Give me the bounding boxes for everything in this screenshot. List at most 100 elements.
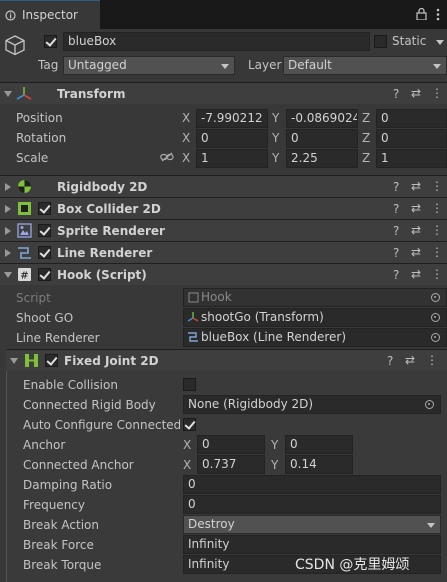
static-label: Static: [392, 34, 427, 48]
presets-icon[interactable]: ⇄: [411, 201, 421, 215]
frequency-label: Frequency: [23, 498, 85, 512]
scale-z-field[interactable]: 1: [376, 149, 447, 168]
axis-y-label: Y: [272, 131, 280, 145]
line-renderer-value: blueBox (Line Renderer): [201, 330, 347, 344]
object-picker-icon[interactable]: [431, 313, 440, 322]
static-dropdown-arrow-icon[interactable]: [436, 40, 444, 45]
line-renderer-field[interactable]: blueBox (Line Renderer): [183, 328, 447, 347]
inspector-tab-label: Inspector: [22, 8, 78, 22]
anchor-y-field[interactable]: 0: [285, 435, 353, 454]
info-icon: [5, 10, 16, 21]
position-x-field[interactable]: -7.990212: [196, 109, 268, 128]
shoot-go-field[interactable]: shootGo (Transform): [183, 308, 447, 327]
help-icon[interactable]: ?: [393, 268, 399, 282]
damping-ratio-field[interactable]: 0: [183, 475, 441, 494]
boxcollider2d-enabled-checkbox[interactable]: [38, 202, 51, 215]
rotation-y-field[interactable]: 0: [286, 129, 358, 148]
help-icon[interactable]: ?: [393, 224, 399, 238]
foldout-collapsed-icon[interactable]: [5, 249, 11, 257]
connected-rigid-body-field[interactable]: None (Rigidbody 2D): [183, 395, 441, 414]
axis-y-label: Y: [272, 151, 280, 165]
spriterenderer-enabled-checkbox[interactable]: [38, 224, 51, 237]
anchor-x-field[interactable]: 0: [197, 435, 265, 454]
axis-x-label: X: [183, 438, 192, 452]
layer-dropdown[interactable]: Default: [283, 56, 447, 75]
gameobject-name-field[interactable]: blueBox: [63, 32, 370, 51]
break-action-dropdown[interactable]: Destroy: [183, 515, 441, 534]
help-icon[interactable]: ?: [393, 180, 399, 194]
break-torque-label: Break Torque: [23, 558, 102, 572]
script-file-icon: [188, 292, 199, 303]
component-menu-icon[interactable]: ⋮: [431, 245, 443, 259]
hook-script-title: Hook (Script): [57, 268, 147, 282]
linerenderer-enabled-checkbox[interactable]: [38, 246, 51, 259]
position-y-field[interactable]: -0.0869024: [286, 109, 358, 128]
foldout-collapsed-icon[interactable]: [5, 227, 11, 235]
transform-axes-icon: [16, 87, 32, 100]
script-label: Script: [16, 291, 51, 305]
foldout-expanded-icon[interactable]: [4, 91, 12, 97]
tag-dropdown[interactable]: Untagged: [63, 56, 235, 75]
help-icon[interactable]: ?: [393, 202, 399, 216]
line-renderer-icon: [18, 247, 31, 259]
fixedjoint2d-enabled-checkbox[interactable]: [45, 354, 58, 367]
shoot-go-value: shootGo (Transform): [201, 310, 324, 324]
presets-icon[interactable]: ⇄: [411, 86, 421, 100]
frequency-field[interactable]: 0: [183, 495, 441, 514]
hook-enabled-checkbox[interactable]: [38, 268, 51, 281]
help-icon[interactable]: ?: [387, 354, 393, 368]
component-menu-icon[interactable]: ⋮: [431, 267, 443, 281]
help-icon[interactable]: ?: [393, 87, 399, 101]
scale-x-field[interactable]: 1: [196, 149, 268, 168]
enable-collision-checkbox[interactable]: [183, 378, 196, 391]
lock-icon[interactable]: [416, 8, 427, 20]
foldout-expanded-icon[interactable]: [10, 358, 18, 364]
linerenderer-header[interactable]: Line Renderer ? ⇄ ⋮: [0, 241, 447, 263]
rotation-z-field[interactable]: 0: [376, 129, 447, 148]
auto-configure-label: Auto Configure Connected A: [23, 418, 180, 432]
component-menu-icon[interactable]: ⋮: [431, 86, 443, 100]
connected-anchor-y-field[interactable]: 0.14: [285, 455, 353, 474]
gameobject-cube-icon: [5, 35, 25, 56]
axis-y-label: Y: [271, 438, 279, 452]
break-force-field[interactable]: Infinity: [183, 535, 441, 554]
presets-icon[interactable]: ⇄: [411, 245, 421, 259]
presets-icon[interactable]: ⇄: [411, 179, 421, 193]
fixed-joint-icon: [25, 354, 38, 367]
help-icon[interactable]: ?: [393, 246, 399, 260]
rigidbody2d-header[interactable]: Rigidbody 2D ? ⇄ ⋮: [0, 175, 447, 197]
anchor-label: Anchor: [23, 438, 66, 452]
constrain-proportions-link-icon[interactable]: [160, 152, 174, 162]
position-z-field[interactable]: 0: [376, 109, 447, 128]
rotation-x-field[interactable]: 0: [196, 129, 268, 148]
axis-x-label: X: [182, 111, 191, 125]
break-force-label: Break Force: [23, 538, 94, 552]
static-checkbox[interactable]: [374, 35, 387, 48]
component-menu-icon[interactable]: ⋮: [431, 201, 443, 215]
spriterenderer-header[interactable]: Sprite Renderer ? ⇄ ⋮: [0, 219, 447, 241]
script-field: Hook: [183, 288, 447, 307]
gameobject-active-checkbox[interactable]: [44, 35, 57, 48]
spriterenderer-title: Sprite Renderer: [57, 224, 165, 238]
presets-icon[interactable]: ⇄: [411, 267, 421, 281]
presets-icon[interactable]: ⇄: [411, 223, 421, 237]
tab-menu-icon[interactable]: [436, 8, 440, 21]
component-menu-icon[interactable]: ⋮: [431, 223, 443, 237]
foldout-collapsed-icon[interactable]: [5, 205, 11, 213]
foldout-collapsed-icon[interactable]: [5, 183, 11, 191]
presets-icon[interactable]: ⇄: [405, 353, 415, 367]
scale-y-field[interactable]: 2.25: [286, 149, 358, 168]
boxcollider2d-header[interactable]: Box Collider 2D ? ⇄ ⋮: [0, 197, 447, 219]
fixedjoint2d-header[interactable]: Fixed Joint 2D ? ⇄ ⋮: [6, 349, 447, 371]
foldout-expanded-icon[interactable]: [4, 272, 12, 278]
component-menu-icon[interactable]: ⋮: [426, 353, 438, 367]
object-picker-icon[interactable]: [425, 400, 434, 409]
connected-anchor-x-field[interactable]: 0.737: [197, 455, 265, 474]
object-picker-icon[interactable]: [431, 333, 440, 342]
hook-script-header[interactable]: # Hook (Script) ? ⇄ ⋮: [0, 263, 447, 285]
transform-header[interactable]: Transform ? ⇄ ⋮: [0, 82, 447, 104]
component-menu-icon[interactable]: ⋮: [431, 179, 443, 193]
inspector-tab[interactable]: Inspector: [0, 0, 100, 29]
tag-label: Tag: [38, 58, 59, 72]
auto-configure-checkbox[interactable]: [183, 418, 196, 431]
